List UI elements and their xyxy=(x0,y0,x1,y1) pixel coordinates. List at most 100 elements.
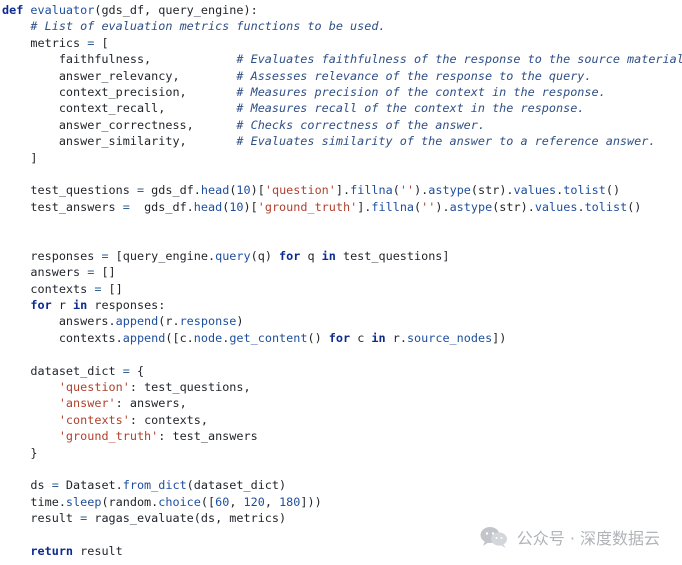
code-text: contexts xyxy=(2,281,95,296)
code-string: 'contexts' xyxy=(58,412,130,427)
code-function: append xyxy=(115,314,159,329)
code-line: 'answer': answers, xyxy=(2,395,682,411)
code-text: dataset_dict xyxy=(2,363,123,378)
code-text: ragas_evaluate(ds, metrics) xyxy=(87,511,287,526)
code-string: '' xyxy=(421,199,436,214)
code-line: answer_relevancy, # Assesses relevance o… xyxy=(2,68,682,84)
code-function: append xyxy=(122,330,166,345)
code-function: source_nodes xyxy=(406,330,493,345)
code-comment: # List of evaluation metrics functions t… xyxy=(30,19,386,34)
watermark-text: 公众号 · 深度数据云 xyxy=(516,529,660,548)
code-function: head xyxy=(200,183,230,198)
code-keyword: def xyxy=(2,3,24,17)
code-text: : test_questions, xyxy=(129,379,251,394)
code-number: 60 xyxy=(215,494,230,509)
code-function: values xyxy=(534,199,578,214)
code-text: ). xyxy=(435,199,450,214)
code-function: astype xyxy=(428,183,471,198)
code-function: node xyxy=(193,330,223,345)
code-text: , xyxy=(229,494,244,509)
code-text: metrics xyxy=(2,35,88,50)
code-number: 120 xyxy=(243,494,265,509)
code-text: ]) xyxy=(492,330,507,345)
code-text: ] xyxy=(2,150,38,165)
code-line: # List of evaluation metrics functions t… xyxy=(2,18,682,34)
code-text: ([c. xyxy=(165,330,194,345)
code-text: Dataset. xyxy=(58,478,123,493)
code-text: test_questions] xyxy=(335,248,450,263)
code-function: query xyxy=(215,248,251,263)
code-function: astype xyxy=(449,199,493,214)
code-comment: # Assesses relevance of the response to … xyxy=(236,68,592,83)
code-text: contexts. xyxy=(2,330,123,345)
code-text: )[ xyxy=(250,183,265,198)
code-line: responses = [query_engine.query(q) for q… xyxy=(2,248,682,264)
code-text: r. xyxy=(385,330,407,345)
code-text: [] xyxy=(101,281,123,296)
code-operator: = xyxy=(136,183,145,198)
code-text: time. xyxy=(2,494,66,509)
code-operator: = xyxy=(51,478,59,493)
code-string: 'question' xyxy=(264,183,336,198)
code-editor: def evaluator(gds_df, query_engine): # L… xyxy=(0,0,682,565)
code-text: ]. xyxy=(357,199,372,214)
code-text: c xyxy=(350,330,372,345)
code-line: contexts = [] xyxy=(2,281,682,297)
code-operator: = xyxy=(122,199,130,214)
code-text: answers xyxy=(2,265,88,280)
code-text: result xyxy=(73,543,123,558)
code-line: answers.append(r.response) xyxy=(2,313,682,329)
code-keyword: for xyxy=(30,298,52,313)
code-function: fillna xyxy=(371,199,415,214)
code-text: () xyxy=(605,183,621,198)
code-text: ) xyxy=(236,314,244,329)
code-line: faithfulness, # Evaluates faithfulness o… xyxy=(2,51,682,67)
code-line: 'contexts': contexts, xyxy=(2,412,682,428)
code-line: def evaluator(gds_df, query_engine): xyxy=(2,2,682,18)
code-line: context_precision, # Measures precision … xyxy=(2,84,682,100)
code-number: 10 xyxy=(236,183,251,198)
code-text: { xyxy=(129,363,145,378)
code-text: answers. xyxy=(2,314,116,329)
code-text: : contexts, xyxy=(129,412,208,427)
code-operator: = xyxy=(101,248,109,263)
code-block: def evaluator(gds_df, query_engine): # L… xyxy=(2,2,682,559)
code-function: tolist xyxy=(584,199,628,214)
code-line: ds = Dataset.from_dict(dataset_dict) xyxy=(2,477,682,493)
code-text: answer_similarity, xyxy=(2,134,237,149)
code-text: (random. xyxy=(101,494,159,509)
code-string: 'answer' xyxy=(58,396,116,411)
code-text: . xyxy=(577,199,585,214)
code-line: context_recall, # Measures recall of the… xyxy=(2,100,682,116)
wechat-icon xyxy=(480,527,507,548)
code-text: q xyxy=(300,248,322,263)
code-text: ds xyxy=(2,478,52,493)
code-comment: # Checks correctness of the answer. xyxy=(236,117,485,132)
code-text: () xyxy=(627,199,642,214)
code-string: 'ground_truth' xyxy=(58,429,159,444)
code-comment: # Evaluates similarity of the answer to … xyxy=(236,134,656,149)
code-text: (dataset_dict) xyxy=(186,478,287,493)
code-keyword: in xyxy=(371,330,386,345)
code-line: test_answers = gds_df.head(10)['ground_t… xyxy=(2,199,682,215)
code-line: answer_correctness, # Checks correctness… xyxy=(2,117,682,133)
code-text: ([ xyxy=(200,494,216,509)
code-text: (q) xyxy=(250,248,280,263)
code-text: [query_engine. xyxy=(108,248,216,263)
code-text: responses: xyxy=(87,298,166,313)
code-line: 'ground_truth': test_answers xyxy=(2,428,682,444)
code-line: contexts.append([c.node.get_content() fo… xyxy=(2,330,682,346)
code-function: sleep xyxy=(65,494,102,509)
code-text: (gds_df, query_engine): xyxy=(94,3,258,17)
code-keyword: return xyxy=(30,543,74,558)
code-keyword: in xyxy=(73,298,88,313)
code-function: values xyxy=(513,183,557,198)
watermark: 公众号 · 深度数据云 xyxy=(479,525,660,549)
code-text: answer_correctness, xyxy=(2,117,237,132)
